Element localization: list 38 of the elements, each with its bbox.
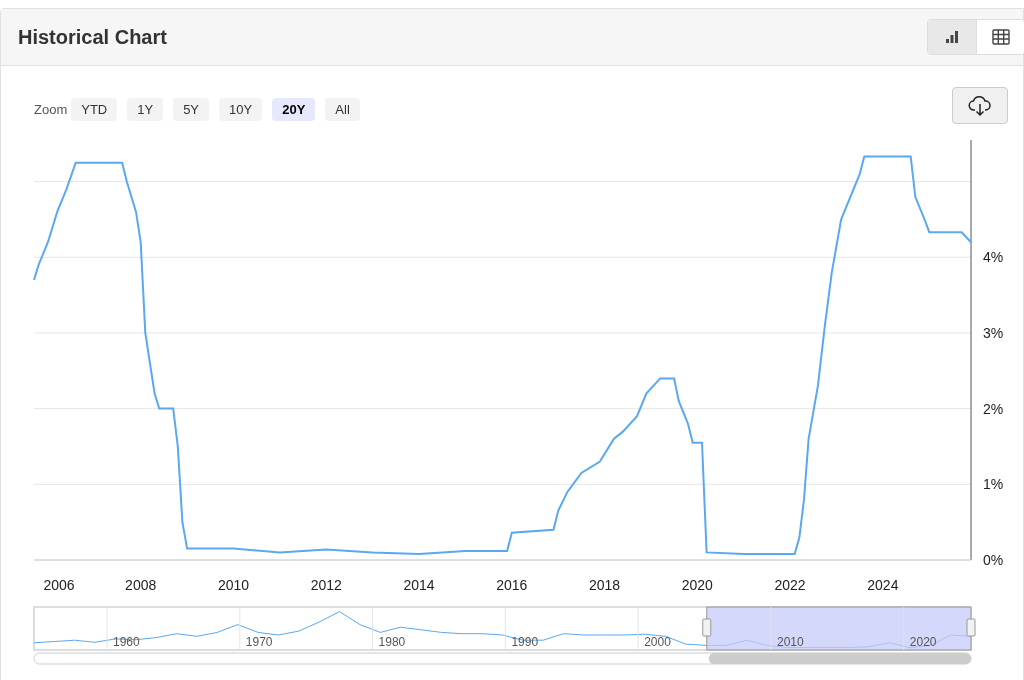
table-icon <box>991 29 1010 45</box>
chart-title: Historical Chart <box>18 25 167 50</box>
zoom-label: Zoom <box>34 100 68 119</box>
y-axis-label: 2% <box>983 400 1004 417</box>
chart-view-button[interactable] <box>928 20 976 54</box>
bar-chart-icon <box>944 30 960 44</box>
x-axis-label: 2022 <box>774 577 806 593</box>
x-axis-label: 2024 <box>867 577 899 593</box>
navigator-label: 1970 <box>245 635 273 649</box>
range-button[interactable]: 20Y <box>272 98 316 121</box>
left-handle[interactable] <box>702 618 712 637</box>
y-axis-label: 3% <box>983 324 1004 341</box>
table-view-button[interactable] <box>976 20 1024 54</box>
x-axis-label: 2006 <box>43 577 75 593</box>
y-axis-label: 1% <box>983 476 1004 493</box>
navigator-label: 2020 <box>909 635 937 649</box>
scrollbar-thumb[interactable] <box>708 653 971 664</box>
selection-window[interactable] <box>706 606 972 651</box>
range-button[interactable]: 1Y <box>127 98 164 121</box>
y-axis-label: 0% <box>983 552 1004 568</box>
right-handle[interactable] <box>966 618 976 637</box>
x-axis-label: 2014 <box>403 577 435 593</box>
x-axis-label: 2016 <box>496 577 528 593</box>
range-button[interactable]: 10Y <box>219 98 263 121</box>
cloud-download-icon <box>968 94 992 117</box>
x-axis-label: 2012 <box>310 577 342 593</box>
y-axis-label: 4% <box>983 249 1004 266</box>
navigator-label: 2000 <box>644 635 671 649</box>
navigator-label: 1980 <box>378 635 406 649</box>
download-button[interactable] <box>952 87 1008 124</box>
range-button[interactable]: 5Y <box>173 98 210 121</box>
range-button[interactable]: YTD <box>71 98 118 121</box>
x-axis-label: 2008 <box>125 577 157 593</box>
x-axis-label: 2010 <box>217 577 250 593</box>
range-button[interactable]: All <box>325 98 360 121</box>
navigator-label: 2010 <box>777 635 804 649</box>
x-axis-label: 2018 <box>588 577 621 593</box>
x-axis-label: 2020 <box>681 577 713 593</box>
